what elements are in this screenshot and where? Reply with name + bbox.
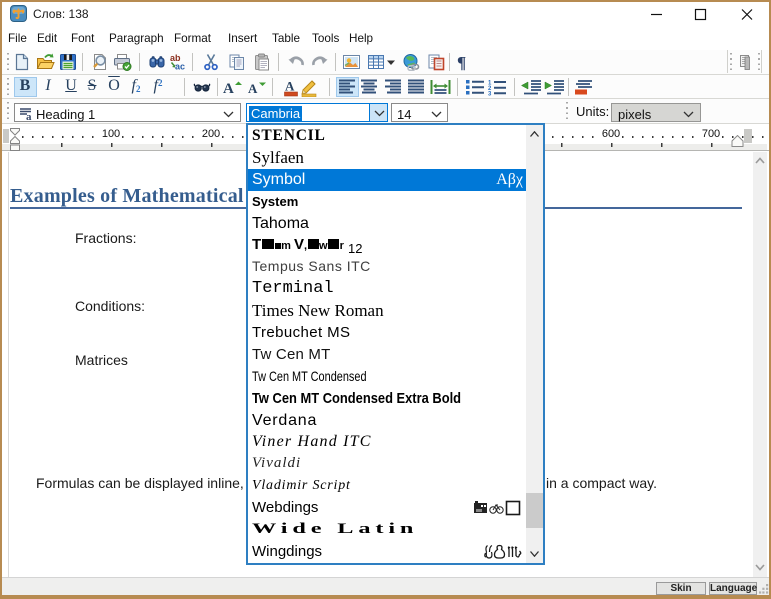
svg-text:¶: ¶: [457, 53, 466, 71]
svg-text:A: A: [285, 78, 295, 93]
svg-text:A: A: [223, 81, 234, 96]
svg-text:3: 3: [488, 91, 492, 96]
svg-text:A: A: [248, 81, 258, 96]
svg-text:ac: ac: [175, 62, 185, 72]
svg-text:a: a: [26, 111, 32, 121]
